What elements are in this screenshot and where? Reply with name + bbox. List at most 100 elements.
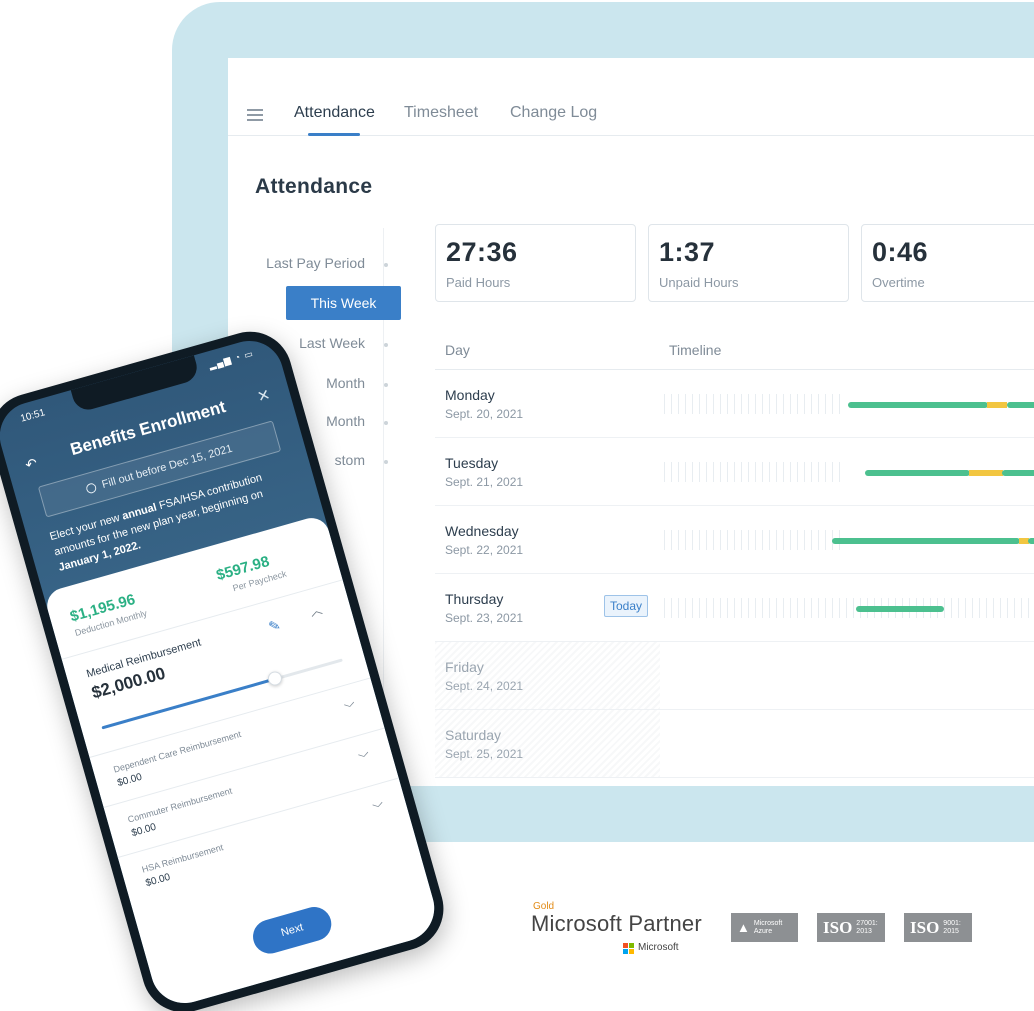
table-row[interactable]: Tuesday Sept. 21, 2021 <box>435 438 1034 506</box>
day-cell: Monday Sept. 20, 2021 <box>435 370 660 437</box>
day-date: Sept. 20, 2021 <box>445 407 524 421</box>
timer-icon <box>85 482 98 495</box>
dependent-care-value: $0.00 <box>116 771 144 790</box>
day-cell: Saturday Sept. 25, 2021 <box>435 710 660 777</box>
top-nav: Attendance Timesheet Change Log <box>228 58 1034 136</box>
day-cell: Thursday Sept. 23, 2021 Today <box>435 574 660 641</box>
iso-standard: 27001: 2013 <box>856 919 878 935</box>
iso-standard: 9001: 2015 <box>943 919 961 935</box>
day-date: Sept. 22, 2021 <box>445 543 524 557</box>
hsa-value: $0.00 <box>144 871 172 890</box>
period-dot <box>384 460 388 464</box>
pencil-icon[interactable]: ✎ <box>267 616 283 636</box>
worked-bar[interactable] <box>848 402 988 408</box>
iso-mark: ISO <box>910 917 940 937</box>
tab-attendance[interactable]: Attendance <box>294 104 375 122</box>
day-name: Saturday <box>445 727 502 743</box>
slider-knob[interactable] <box>266 669 284 688</box>
table-row[interactable]: Saturday Sept. 25, 2021 <box>435 710 1034 778</box>
chevron-down-icon[interactable]: ﹀ <box>371 799 386 817</box>
period-dot <box>384 263 388 267</box>
period-last-pay-period[interactable]: Last Pay Period <box>266 255 365 271</box>
period-dot <box>384 343 388 347</box>
col-day: Day <box>445 342 470 358</box>
tab-change-log[interactable]: Change Log <box>510 104 597 122</box>
azure-badge: ▲ Microsoft Azure <box>731 913 798 942</box>
table-row[interactable]: Monday Sept. 20, 2021 <box>435 370 1034 438</box>
azure-icon: ▲ <box>737 920 750 935</box>
period-this-week[interactable]: This Week <box>286 286 401 320</box>
dependent-care-title: Dependent Care Reimbursement <box>112 729 243 775</box>
chevron-up-icon[interactable]: ︿ <box>308 600 324 620</box>
microsoft-logo-icon <box>623 943 634 954</box>
active-tab-indicator <box>308 133 360 136</box>
day-name: Monday <box>445 387 495 403</box>
status-time: 10:51 <box>19 407 47 425</box>
divider <box>117 777 399 859</box>
iso-9001-badge: ISO 9001: 2015 <box>904 913 972 942</box>
worked-bar[interactable] <box>856 606 944 612</box>
stat-value: 27:36 <box>446 237 518 267</box>
period-last-week[interactable]: Last Week <box>299 335 365 351</box>
day-date: Sept. 24, 2021 <box>445 679 524 693</box>
chevron-down-icon[interactable]: ﹀ <box>357 749 372 767</box>
timeline <box>660 574 1034 641</box>
iso-27001-badge: ISO 27001: 2013 <box>817 913 885 942</box>
stat-value: 0:46 <box>872 237 929 267</box>
worked-bar[interactable] <box>832 538 1020 544</box>
status-icons: ▂▄▆ ◔ ▭ <box>207 348 255 371</box>
stat-overtime: 0:46 Overtime <box>861 224 1034 302</box>
today-badge: Today <box>604 595 649 617</box>
break-bar[interactable] <box>987 402 1007 408</box>
period-dot <box>384 383 388 387</box>
commuter-value: $0.00 <box>130 821 158 840</box>
chevron-down-icon[interactable]: ﹀ <box>343 699 358 717</box>
day-name: Tuesday <box>445 455 499 471</box>
period-dot <box>384 421 388 425</box>
table-header: Day Timeline <box>435 328 1034 370</box>
commuter-title: Commuter Reimbursement <box>126 785 234 825</box>
iso-mark: ISO <box>823 917 853 937</box>
marketing-stage: Attendance Timesheet Change Log Attendan… <box>0 0 1034 1011</box>
timeline-ticks <box>664 462 844 482</box>
microsoft-wordmark: Microsoft <box>638 942 679 953</box>
day-cell: Wednesday Sept. 22, 2021 <box>435 506 660 573</box>
period-month-2[interactable]: Month <box>326 413 365 429</box>
table-row[interactable]: Thursday Sept. 23, 2021 Today <box>435 574 1034 642</box>
stat-value: 1:37 <box>659 237 716 267</box>
table-row[interactable]: Wednesday Sept. 22, 2021 <box>435 506 1034 574</box>
day-cell: Tuesday Sept. 21, 2021 <box>435 438 660 505</box>
day-date: Sept. 25, 2021 <box>445 747 524 761</box>
stat-paid-hours: 27:36 Paid Hours <box>435 224 636 302</box>
day-date: Sept. 21, 2021 <box>445 475 524 489</box>
page-title: Attendance <box>255 175 373 198</box>
day-date: Sept. 23, 2021 <box>445 611 524 625</box>
menu-icon[interactable] <box>247 109 263 121</box>
break-bar[interactable] <box>969 470 1003 476</box>
stat-label: Overtime <box>872 275 925 290</box>
timeline-ticks <box>664 530 844 550</box>
day-name: Wednesday <box>445 523 519 539</box>
worked-bar[interactable] <box>865 470 970 476</box>
day-name: Friday <box>445 659 484 675</box>
worked-bar[interactable] <box>1028 538 1034 544</box>
timeline <box>660 370 1034 437</box>
table-row[interactable]: Friday Sept. 24, 2021 <box>435 642 1034 710</box>
col-timeline: Timeline <box>669 342 722 358</box>
azure-text: Microsoft Azure <box>753 919 783 935</box>
next-button[interactable]: Next <box>249 903 336 958</box>
microsoft-partner-logo: Microsoft Partner <box>531 911 702 936</box>
period-custom[interactable]: stom <box>335 452 365 468</box>
timeline <box>660 438 1034 505</box>
timeline-ticks <box>664 394 844 414</box>
divider <box>103 727 385 808</box>
stat-label: Unpaid Hours <box>659 275 739 290</box>
stat-unpaid-hours: 1:37 Unpaid Hours <box>648 224 849 302</box>
timeline <box>660 506 1034 573</box>
day-name: Thursday <box>445 591 504 607</box>
worked-bar[interactable] <box>1007 402 1034 408</box>
timeline-ticks <box>664 598 1034 618</box>
period-month[interactable]: Month <box>326 375 365 391</box>
worked-bar[interactable] <box>1002 470 1034 476</box>
tab-timesheet[interactable]: Timesheet <box>404 104 478 122</box>
